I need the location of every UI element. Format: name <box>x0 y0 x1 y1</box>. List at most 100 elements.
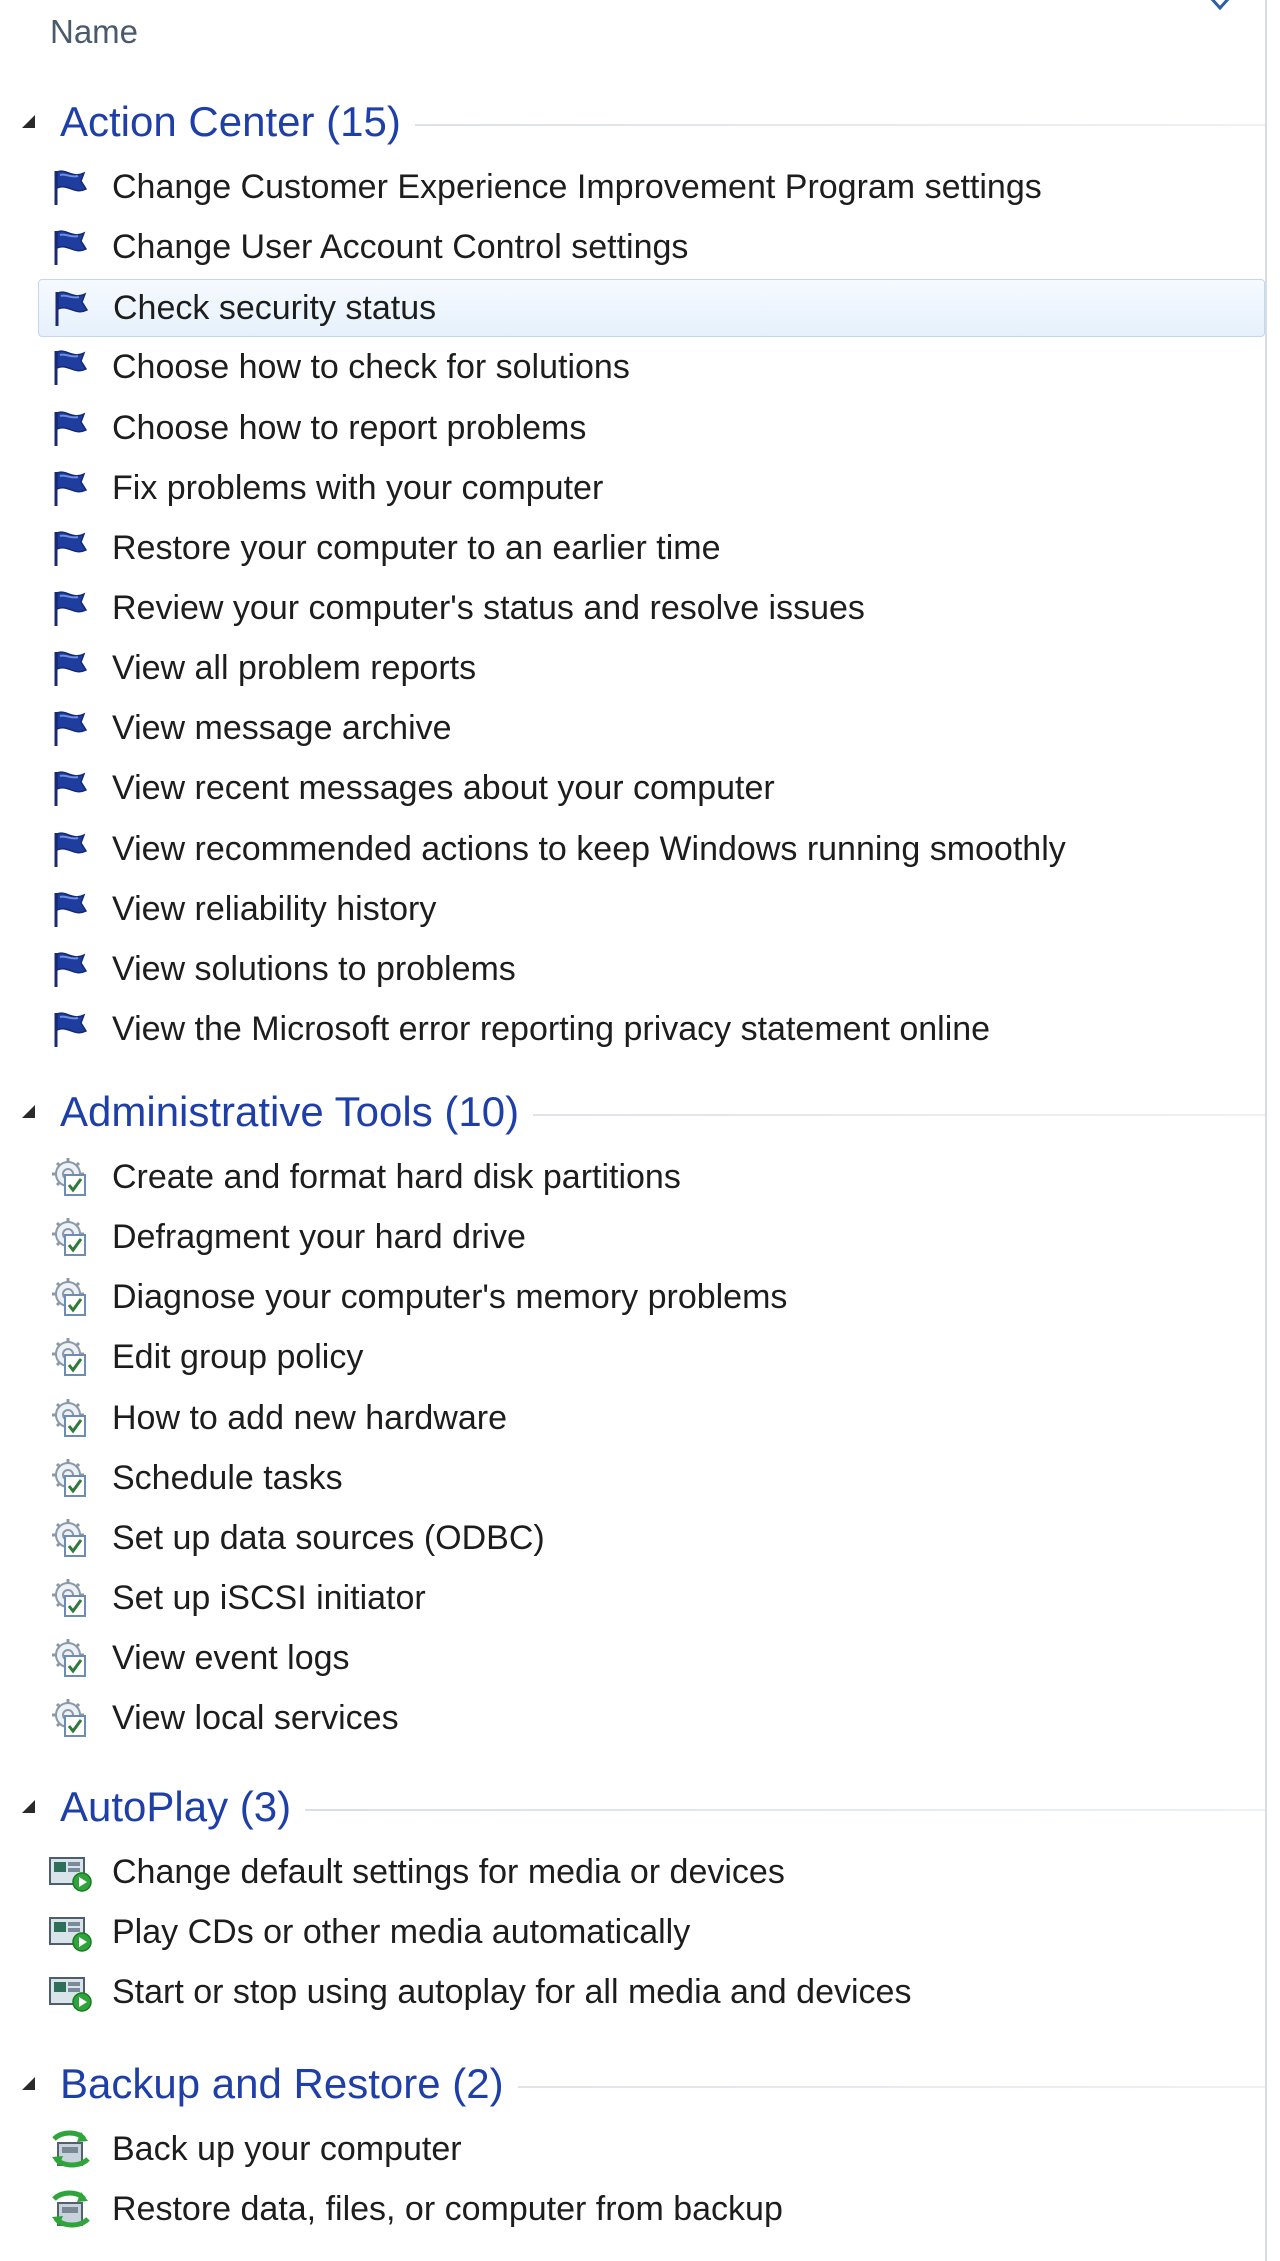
collapse-triangle-icon[interactable] <box>22 1800 35 1813</box>
task-link-create-and-format-hard-disk-partitions[interactable]: Create and format hard disk partitions <box>38 1149 1265 1207</box>
task-link-change-default-settings-for-media-or-devices[interactable]: Change default settings for media or dev… <box>38 1844 1265 1902</box>
task-label: View event logs <box>112 1639 350 1677</box>
admin-tools-icon <box>48 1458 94 1498</box>
task-link-schedule-tasks[interactable]: Schedule tasks <box>38 1450 1265 1508</box>
task-label: Change Customer Experience Improvement P… <box>112 168 1042 206</box>
task-label: Check security status <box>113 289 437 327</box>
flag-icon <box>48 528 94 568</box>
right-border <box>1265 0 1267 2261</box>
task-link-change-customer-experience-improvement-program-settings[interactable]: Change Customer Experience Improvement P… <box>38 159 1265 217</box>
task-link-start-or-stop-using-autoplay-for-all-media-and-devices[interactable]: Start or stop using autoplay for all med… <box>38 1964 1265 2022</box>
flag-icon <box>48 768 94 808</box>
backup-restore-icon <box>48 2189 94 2229</box>
flag-icon <box>48 167 94 207</box>
task-link-view-all-problem-reports[interactable]: View all problem reports <box>38 640 1265 698</box>
control-panel-list-view: Name Action Center (15) Change Customer E… <box>0 0 1280 2261</box>
admin-tools-icon <box>48 1518 94 1558</box>
task-link-view-recommended-actions-to-keep-windows-running-smoothly[interactable]: View recommended actions to keep Windows… <box>38 821 1265 879</box>
admin-tools-icon <box>48 1217 94 1257</box>
group-title: Action Center (15) <box>60 98 415 146</box>
flag-icon <box>48 468 94 508</box>
flag-icon <box>48 889 94 929</box>
column-header[interactable]: Name <box>0 0 1265 70</box>
task-label: Create and format hard disk partitions <box>112 1158 681 1196</box>
task-link-set-up-iscsi-initiator[interactable]: Set up iSCSI initiator <box>38 1570 1265 1628</box>
task-link-back-up-your-computer[interactable]: Back up your computer <box>38 2121 1265 2179</box>
task-link-choose-how-to-check-for-solutions[interactable]: Choose how to check for solutions <box>38 339 1265 397</box>
task-label: How to add new hardware <box>112 1399 508 1437</box>
group-title: Backup and Restore (2) <box>60 2060 518 2108</box>
task-label: View the Microsoft error reporting priva… <box>112 1010 991 1048</box>
column-name-label: Name <box>50 13 139 50</box>
task-link-view-event-logs[interactable]: View event logs <box>38 1630 1265 1688</box>
task-label: Start or stop using autoplay for all med… <box>112 1973 912 2011</box>
group-header-autoplay[interactable]: AutoPlay (3) <box>0 1773 1265 1839</box>
task-link-restore-data-files-or-computer-from-backup[interactable]: Restore data, files, or computer from ba… <box>38 2181 1265 2239</box>
task-link-restore-your-computer-to-an-earlier-time[interactable]: Restore your computer to an earlier time <box>38 520 1265 578</box>
task-link-set-up-data-sources-odbc[interactable]: Set up data sources (ODBC) <box>38 1510 1265 1568</box>
task-label: Choose how to check for solutions <box>112 348 630 386</box>
task-label: Fix problems with your computer <box>112 469 604 507</box>
admin-tools-icon <box>48 1398 94 1438</box>
task-link-how-to-add-new-hardware[interactable]: How to add new hardware <box>38 1390 1265 1448</box>
group-title: AutoPlay (3) <box>60 1783 306 1831</box>
flag-icon <box>48 408 94 448</box>
task-label: Play CDs or other media automatically <box>112 1913 691 1951</box>
task-label: View all problem reports <box>112 649 477 687</box>
backup-restore-icon <box>48 2129 94 2169</box>
task-label: Edit group policy <box>112 1338 364 1376</box>
task-label: Set up data sources (ODBC) <box>112 1519 545 1557</box>
task-label: Restore your computer to an earlier time <box>112 529 721 567</box>
task-link-check-security-status[interactable]: Check security status <box>38 279 1265 337</box>
task-label: Change User Account Control settings <box>112 228 689 266</box>
flag-icon <box>48 227 94 267</box>
collapse-triangle-icon[interactable] <box>22 1105 35 1118</box>
admin-tools-icon <box>48 1157 94 1197</box>
autoplay-icon <box>48 1852 94 1892</box>
group-header-administrative-tools[interactable]: Administrative Tools (10) <box>0 1078 1265 1144</box>
task-link-change-user-account-control-settings[interactable]: Change User Account Control settings <box>38 219 1265 277</box>
flag-icon <box>48 829 94 869</box>
autoplay-icon <box>48 1972 94 2012</box>
admin-tools-icon <box>48 1698 94 1738</box>
task-label: View recent messages about your computer <box>112 769 775 807</box>
sort-arrow-icon[interactable] <box>1208 0 1232 18</box>
admin-tools-icon <box>48 1277 94 1317</box>
group-header-backup-and-restore[interactable]: Backup and Restore (2) <box>0 2050 1265 2116</box>
task-label: View message archive <box>112 709 452 747</box>
task-link-defragment-your-hard-drive[interactable]: Defragment your hard drive <box>38 1209 1265 1267</box>
task-link-view-message-archive[interactable]: View message archive <box>38 700 1265 758</box>
collapse-triangle-icon[interactable] <box>22 115 35 128</box>
task-link-choose-how-to-report-problems[interactable]: Choose how to report problems <box>38 400 1265 458</box>
task-label: Review your computer's status and resolv… <box>112 589 865 627</box>
flag-icon <box>48 347 94 387</box>
collapse-triangle-icon[interactable] <box>22 2077 35 2090</box>
task-label: Restore data, files, or computer from ba… <box>112 2190 783 2228</box>
task-link-view-recent-messages-about-your-computer[interactable]: View recent messages about your computer <box>38 760 1265 818</box>
admin-tools-icon <box>48 1337 94 1377</box>
task-link-diagnose-your-computer-s-memory-problems[interactable]: Diagnose your computer's memory problems <box>38 1269 1265 1327</box>
task-link-view-reliability-history[interactable]: View reliability history <box>38 881 1265 939</box>
flag-icon <box>48 648 94 688</box>
task-link-view-solutions-to-problems[interactable]: View solutions to problems <box>38 941 1265 999</box>
admin-tools-icon <box>48 1638 94 1678</box>
task-link-view-the-microsoft-error-reporting-privacy-statement-online[interactable]: View the Microsoft error reporting priva… <box>38 1001 1265 1059</box>
flag-icon <box>48 708 94 748</box>
task-link-play-cds-or-other-media-automatically[interactable]: Play CDs or other media automatically <box>38 1904 1265 1962</box>
task-label: View recommended actions to keep Windows… <box>112 830 1066 868</box>
flag-icon <box>48 588 94 628</box>
task-link-view-local-services[interactable]: View local services <box>38 1690 1265 1748</box>
task-label: Change default settings for media or dev… <box>112 1853 785 1891</box>
task-label: Schedule tasks <box>112 1459 343 1497</box>
group-header-action-center[interactable]: Action Center (15) <box>0 88 1265 154</box>
task-label: Set up iSCSI initiator <box>112 1579 426 1617</box>
task-link-review-your-computer-s-status-and-resolve-issues[interactable]: Review your computer's status and resolv… <box>38 580 1265 638</box>
flag-icon <box>48 949 94 989</box>
task-link-fix-problems-with-your-computer[interactable]: Fix problems with your computer <box>38 460 1265 518</box>
group-title: Administrative Tools (10) <box>60 1088 534 1136</box>
flag-icon <box>49 288 95 328</box>
task-label: Choose how to report problems <box>112 409 587 447</box>
task-link-edit-group-policy[interactable]: Edit group policy <box>38 1329 1265 1387</box>
task-label: Defragment your hard drive <box>112 1218 526 1256</box>
task-label: Back up your computer <box>112 2130 462 2168</box>
